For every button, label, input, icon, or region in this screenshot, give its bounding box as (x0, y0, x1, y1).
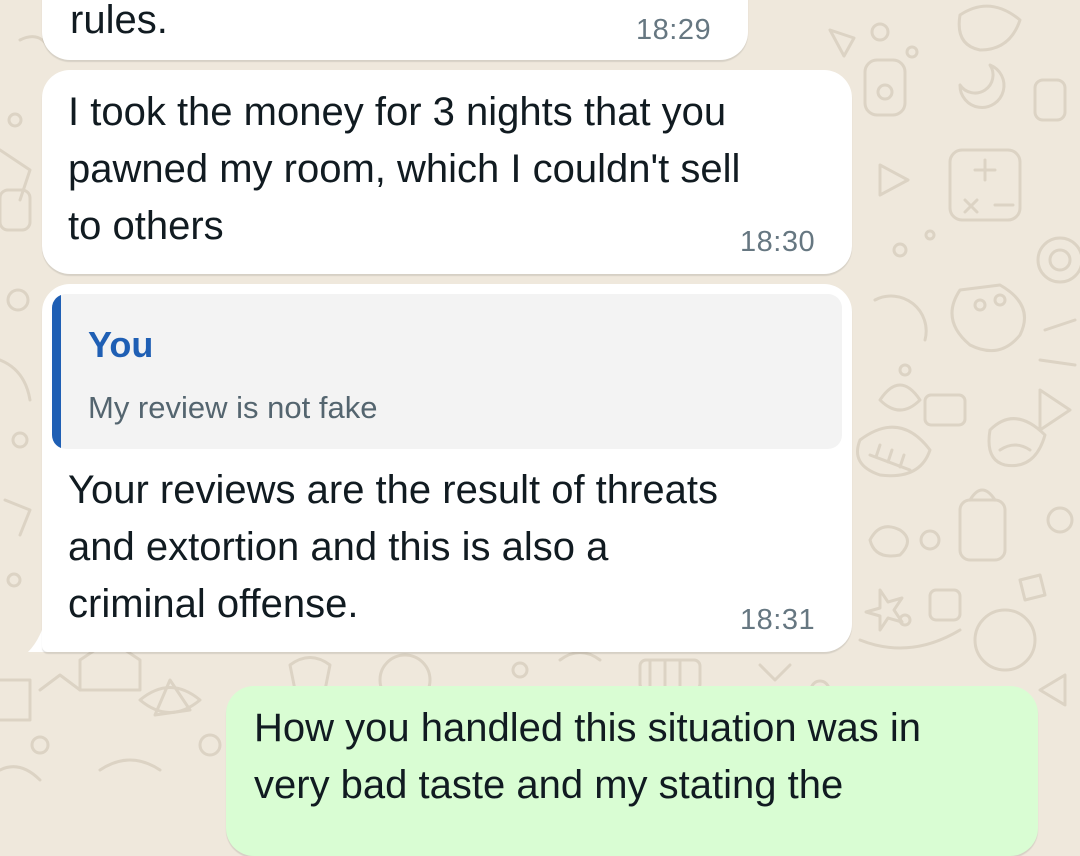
message-text: rules. (70, 0, 168, 42)
message-bubble-incoming[interactable]: I took the money for 3 nights that you p… (42, 70, 852, 274)
quoted-message[interactable]: You My review is not fake (52, 294, 842, 449)
message-text: I took the money for 3 nights that you p… (68, 90, 741, 248)
message-bubble-incoming-reply[interactable]: You My review is not fake Your reviews a… (42, 284, 852, 652)
message-bubble-incoming[interactable]: rules. 18:29 (42, 0, 748, 60)
message-bubble-outgoing[interactable]: How you handled this situation was in ve… (226, 686, 1038, 856)
quoted-message-text: My review is not fake (88, 390, 378, 425)
message-text: Your reviews are the result of threats a… (68, 468, 718, 626)
message-text: How you handled this situation was in ve… (254, 706, 922, 807)
message-timestamp: 18:30 (740, 226, 816, 258)
quote-accent-bar (52, 294, 61, 449)
message-timestamp: 18:31 (740, 604, 816, 636)
message-timestamp: 18:29 (636, 14, 712, 46)
quoted-message-author: You (88, 324, 154, 365)
